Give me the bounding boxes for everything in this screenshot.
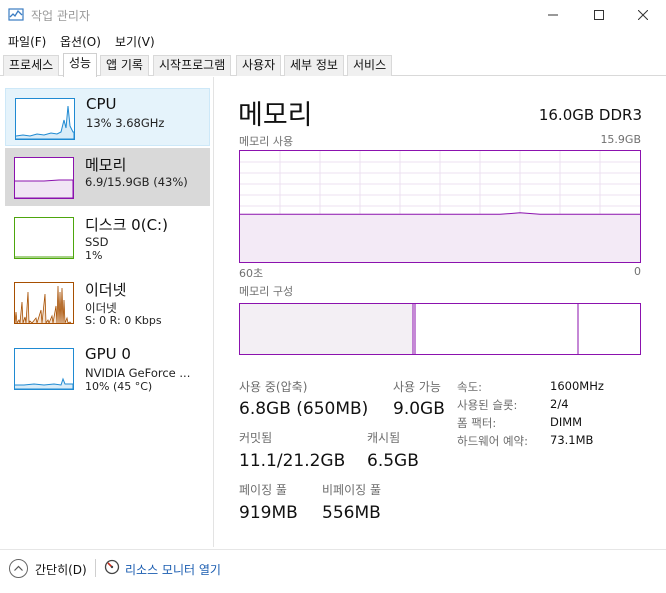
tab-app-history[interactable]: 앱 기록 bbox=[100, 55, 149, 76]
speed-value: 1600MHz bbox=[550, 379, 604, 393]
available-label: 사용 가능 bbox=[393, 380, 441, 394]
tab-processes[interactable]: 프로세스 bbox=[3, 55, 60, 76]
sidebar-item-detail: 6.9/15.9GB (43%) bbox=[85, 175, 188, 189]
minimize-icon bbox=[548, 14, 558, 16]
tab-users[interactable]: 사용자 bbox=[236, 55, 282, 76]
open-resource-monitor-link[interactable]: 리소스 모니터 열기 bbox=[125, 561, 221, 578]
sidebar-item-title: 디스크 0(C:) bbox=[85, 216, 168, 234]
sidebar-item-title: GPU 0 bbox=[85, 345, 131, 363]
menu-bar: 파일(F) 옵션(O) 보기(V) bbox=[0, 30, 666, 52]
memory-usage-area bbox=[240, 212, 640, 262]
tab-services[interactable]: 서비스 bbox=[347, 55, 393, 76]
close-icon bbox=[638, 10, 648, 20]
form-factor-value: DIMM bbox=[550, 415, 583, 429]
sidebar-item-title: 이더넷 bbox=[85, 281, 127, 299]
minimize-button[interactable] bbox=[530, 0, 576, 30]
fewer-details-label[interactable]: 간단히(D) bbox=[35, 561, 87, 578]
cached-value: 6.5GB bbox=[367, 451, 419, 471]
sidebar-item-gpu[interactable]: GPU 0 NVIDIA GeForce ... 10% (45 °C) bbox=[5, 339, 210, 397]
speed-label: 속도: bbox=[457, 380, 483, 394]
in-use-value: 6.8GB (650MB) bbox=[239, 399, 369, 419]
sidebar-item-title: 메모리 bbox=[85, 156, 127, 174]
sidebar-item-detail: 13% 3.68GHz bbox=[86, 116, 165, 130]
usage-graph-max: 15.9GB bbox=[600, 133, 641, 146]
axis-right-label: 0 bbox=[634, 265, 641, 278]
memory-usage-graph bbox=[239, 150, 641, 263]
tab-bar: 프로세스 성능 앱 기록 시작프로그램 사용자 세부 정보 서비스 bbox=[0, 53, 666, 77]
task-manager-icon bbox=[8, 8, 24, 21]
ethernet-thumbnail-graph bbox=[14, 282, 74, 324]
memory-detail-panel: 메모리 16.0GB DDR3 메모리 사용 15.9GB 60초 0 메모리 … bbox=[238, 77, 642, 547]
nonpaged-pool-value: 556MB bbox=[322, 503, 381, 523]
close-button[interactable] bbox=[620, 0, 666, 30]
memory-composition-bar bbox=[239, 303, 641, 355]
maximize-button[interactable] bbox=[576, 0, 622, 30]
resource-sidebar: CPU 13% 3.68GHz 메모리 6.9/15.9GB (43%) 디스크… bbox=[0, 77, 214, 547]
menu-file[interactable]: 파일(F) bbox=[8, 33, 46, 50]
committed-value: 11.1/21.2GB bbox=[239, 451, 346, 471]
sidebar-item-ethernet[interactable]: 이더넷 이더넷 S: 0 R: 0 Kbps bbox=[5, 273, 210, 331]
title-bar: 작업 관리자 bbox=[0, 0, 666, 30]
sidebar-item-throughput: S: 0 R: 0 Kbps bbox=[85, 314, 162, 327]
axis-left-label: 60초 bbox=[239, 267, 264, 280]
performance-content: CPU 13% 3.68GHz 메모리 6.9/15.9GB (43%) 디스크… bbox=[0, 77, 666, 547]
tab-details[interactable]: 세부 정보 bbox=[284, 55, 344, 76]
sidebar-item-detail: SSD bbox=[85, 235, 109, 249]
composition-label: 메모리 구성 bbox=[239, 285, 294, 298]
fewer-details-button[interactable] bbox=[9, 559, 28, 578]
nonpaged-pool-label: 비페이징 풀 bbox=[322, 483, 382, 497]
sidebar-item-detail: NVIDIA GeForce ... bbox=[85, 366, 191, 380]
gpu-thumbnail-graph bbox=[14, 348, 74, 390]
in-use-label: 사용 중(압축) bbox=[239, 380, 308, 394]
tab-startup[interactable]: 시작프로그램 bbox=[153, 55, 232, 76]
paged-pool-value: 919MB bbox=[239, 503, 298, 523]
hardware-reserved-value: 73.1MB bbox=[550, 433, 594, 447]
sidebar-item-usage: 1% bbox=[85, 249, 103, 262]
usage-graph-label: 메모리 사용 bbox=[239, 135, 294, 148]
committed-label: 커밋됨 bbox=[239, 431, 273, 445]
tab-performance[interactable]: 성능 bbox=[63, 53, 98, 77]
menu-view[interactable]: 보기(V) bbox=[115, 33, 155, 50]
sidebar-item-title: CPU bbox=[86, 95, 117, 113]
cached-label: 캐시됨 bbox=[367, 431, 401, 445]
disk-thumbnail-graph bbox=[14, 217, 74, 259]
cpu-thumbnail-graph bbox=[15, 98, 75, 140]
menu-options[interactable]: 옵션(O) bbox=[60, 33, 101, 50]
page-title: 메모리 bbox=[238, 100, 313, 131]
sidebar-item-disk[interactable]: 디스크 0(C:) SSD 1% bbox=[5, 208, 210, 266]
form-factor-label: 폼 팩터: bbox=[457, 416, 497, 430]
footer-separator bbox=[95, 559, 96, 577]
chevron-up-icon bbox=[14, 565, 23, 571]
maximize-icon bbox=[594, 10, 604, 20]
sidebar-item-cpu[interactable]: CPU 13% 3.68GHz bbox=[5, 88, 210, 146]
window-title: 작업 관리자 bbox=[31, 9, 91, 23]
footer-bar: 간단히(D) 리소스 모니터 열기 bbox=[0, 549, 666, 593]
memory-thumbnail-graph bbox=[14, 157, 74, 199]
paged-pool-label: 페이징 풀 bbox=[239, 483, 287, 497]
available-value: 9.0GB bbox=[393, 399, 445, 419]
sidebar-item-usage: 10% (45 °C) bbox=[85, 380, 153, 393]
resource-monitor-icon bbox=[104, 559, 120, 575]
slots-value: 2/4 bbox=[550, 397, 569, 411]
slots-label: 사용된 슬롯: bbox=[457, 398, 518, 412]
sidebar-item-memory[interactable]: 메모리 6.9/15.9GB (43%) bbox=[5, 148, 210, 206]
hardware-reserved-label: 하드웨어 예약: bbox=[457, 434, 529, 448]
memory-spec: 16.0GB DDR3 bbox=[538, 106, 642, 124]
